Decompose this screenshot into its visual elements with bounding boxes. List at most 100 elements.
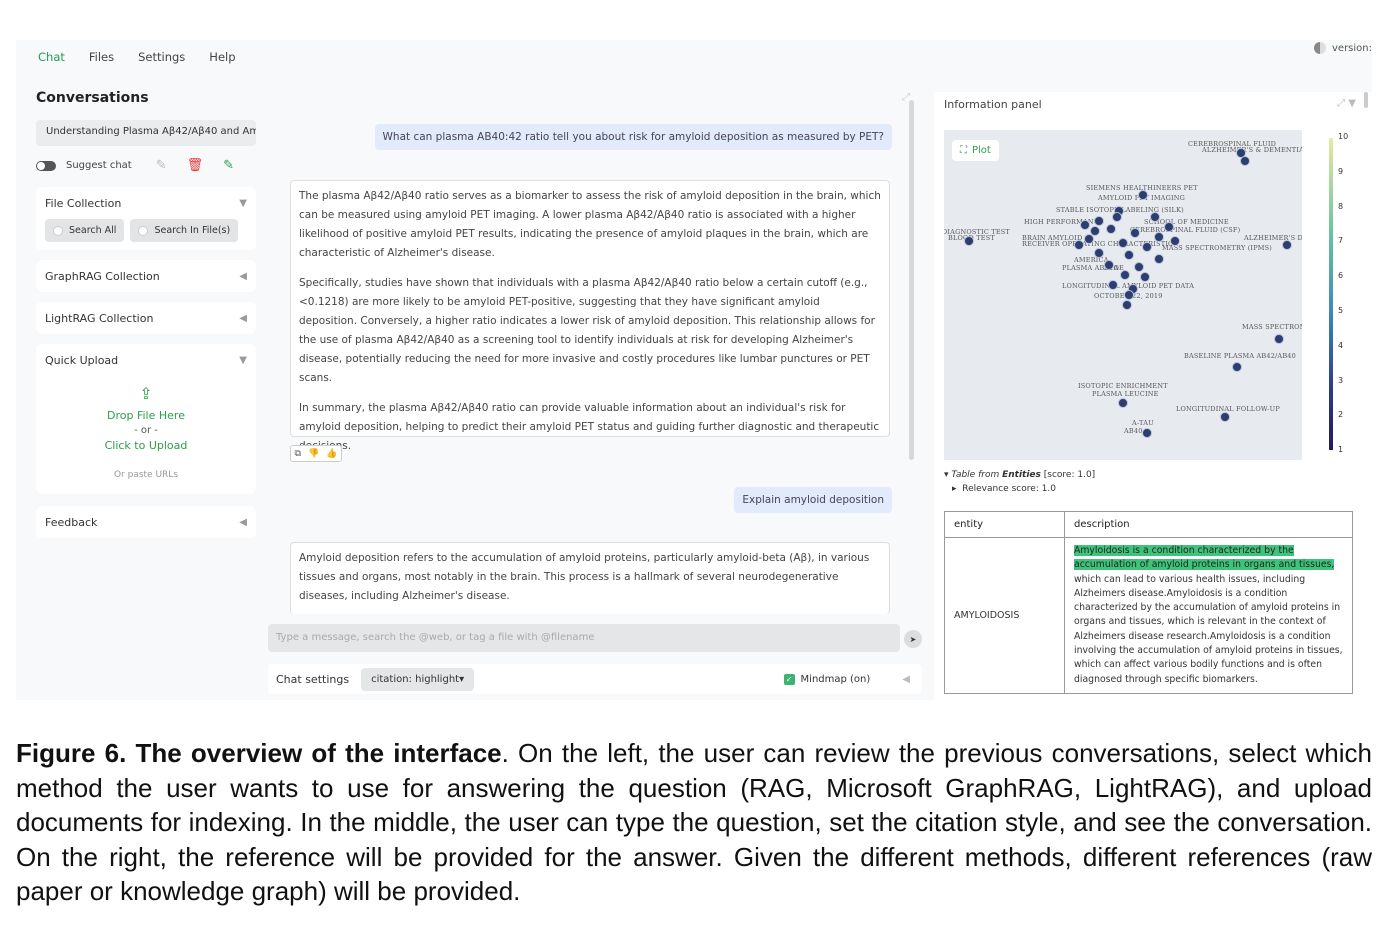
bot-paragraph: In summary, the plasma Aβ42/Aβ40 ratio c… — [299, 402, 880, 452]
conversations-title: Conversations — [36, 90, 149, 106]
nav-help[interactable]: Help — [209, 50, 235, 64]
nav-files[interactable]: Files — [89, 50, 114, 64]
or-text: - or - — [134, 425, 158, 436]
rename-icon[interactable]: ✎ — [156, 158, 167, 173]
chevron-down-icon[interactable]: ▼ — [239, 355, 247, 366]
graph-node[interactable] — [1074, 240, 1084, 250]
table-caption-line[interactable]: ▾ Table from Entities [score: 1.0] — [944, 470, 1095, 480]
chevron-left-icon[interactable]: ◀ — [239, 313, 247, 324]
graph-node[interactable] — [1104, 260, 1114, 270]
nav-chat[interactable]: Chat — [38, 50, 65, 64]
graph-node[interactable] — [1118, 238, 1128, 248]
graph-node-label: A-TAU — [1132, 419, 1154, 427]
graph-node[interactable] — [1120, 270, 1130, 280]
theme-toggle-icon[interactable] — [1314, 42, 1326, 54]
graph-node[interactable] — [1134, 262, 1144, 272]
send-button[interactable]: ➤ — [904, 630, 922, 648]
graph-node[interactable] — [1124, 250, 1134, 260]
conversation-select[interactable]: Understanding Plasma Aβ42/Aβ40 and Amylo… — [36, 120, 256, 146]
nav-settings[interactable]: Settings — [138, 50, 185, 64]
feedback-panel[interactable]: Feedback ◀ — [36, 506, 256, 538]
graph-node-label: AB40 — [1124, 427, 1143, 435]
graph-node[interactable] — [1240, 156, 1250, 166]
suggest-chat-label: Suggest chat — [66, 160, 132, 171]
paste-urls-link[interactable]: Or paste URLs — [45, 470, 247, 480]
bot-message: The plasma Aβ42/Aβ40 ratio serves as a b… — [290, 180, 890, 452]
citation-select[interactable]: citation: highlight▾ — [361, 667, 475, 691]
table-from-label: Table from — [951, 470, 1000, 480]
relevance-line[interactable]: ▸ Relevance score: 1.0 — [944, 484, 1095, 494]
chat-scrollbar[interactable] — [909, 100, 914, 460]
upload-icon: ⇪ — [139, 384, 153, 403]
graphrag-collection-panel[interactable]: GraphRAG Collection ◀ — [36, 260, 256, 292]
graph-node[interactable] — [1124, 290, 1134, 300]
chevron-left-icon[interactable]: ◀ — [902, 674, 910, 685]
upload-dropzone[interactable]: ⇪ Drop File Here - or - Click to Upload … — [45, 376, 247, 494]
info-scrollbar[interactable] — [1364, 92, 1368, 108]
copy-icon[interactable]: ⧉ — [295, 449, 301, 459]
graph-node[interactable] — [1112, 212, 1122, 222]
graph-node[interactable] — [1118, 398, 1128, 408]
graph-node[interactable] — [1170, 236, 1180, 246]
graph-node[interactable] — [1154, 254, 1164, 264]
search-all-option[interactable]: Search All — [45, 219, 125, 242]
table-header-row: entity description — [944, 511, 1353, 538]
graph-node[interactable] — [1106, 224, 1116, 234]
expand-icon[interactable]: ⤢ — [1337, 98, 1345, 109]
knowledge-graph-plot[interactable]: ⛶ Plot CEREBROSPINAL FLUID ALZHEIMER'S & … — [944, 130, 1302, 460]
thumbs-up-icon[interactable]: 👍 — [326, 449, 337, 459]
plot-button-label: Plot — [972, 145, 991, 156]
graph-node[interactable] — [1232, 362, 1242, 372]
message-input[interactable]: Type a message, search the @web, or tag … — [268, 624, 900, 652]
chevron-down-icon[interactable]: ▼ — [1348, 98, 1356, 109]
graph-node[interactable] — [1220, 412, 1230, 422]
bot-paragraph: The plasma Aβ42/Aβ40 ratio serves as a b… — [299, 190, 881, 259]
graph-node[interactable] — [1274, 334, 1284, 344]
delete-icon[interactable]: 🗑 — [187, 158, 204, 173]
graph-node[interactable] — [1164, 222, 1174, 232]
table-row: AMYLOIDOSIS Amyloidosis is a condition c… — [944, 537, 1353, 694]
chevron-left-icon[interactable]: ◀ — [239, 271, 247, 282]
graph-node[interactable] — [1142, 428, 1152, 438]
chevron-down-icon[interactable]: ▼ — [239, 198, 247, 209]
file-collection-header[interactable]: File Collection ▼ — [45, 187, 247, 219]
search-in-files-option[interactable]: Search In File(s) — [130, 219, 239, 242]
colorbar-tick: 10 — [1338, 132, 1349, 141]
description-cell: Amyloidosis is a condition characterized… — [1064, 537, 1353, 694]
graph-node[interactable] — [1080, 220, 1090, 230]
graph-node[interactable] — [1122, 300, 1132, 310]
graph-node[interactable] — [1142, 242, 1152, 252]
mindmap-checkbox[interactable]: ✓ Mindmap (on) ◀ — [783, 673, 910, 685]
graph-node[interactable] — [1140, 272, 1150, 282]
graph-node[interactable] — [1090, 226, 1100, 236]
chevron-left-icon[interactable]: ◀ — [239, 517, 247, 528]
lightrag-collection-panel[interactable]: LightRAG Collection ◀ — [36, 302, 256, 334]
suggest-chat-toggle[interactable] — [36, 160, 56, 171]
table-caption: ▾ Table from Entities [score: 1.0] ▸ Rel… — [944, 470, 1095, 494]
graph-node[interactable] — [1154, 232, 1164, 242]
send-icon: ➤ — [909, 634, 917, 644]
thumbs-down-icon[interactable]: 👎 — [308, 449, 319, 459]
message-actions: ⧉ 👎 👍 — [290, 445, 342, 462]
search-scope-options: Search All Search In File(s) — [45, 219, 247, 250]
quick-upload-label: Quick Upload — [45, 353, 119, 367]
click-to-upload-link[interactable]: Click to Upload — [45, 439, 247, 452]
graph-node[interactable] — [1108, 280, 1118, 290]
graph-node[interactable] — [1282, 240, 1292, 250]
plot-button[interactable]: ⛶ Plot — [952, 140, 999, 161]
user-message: Explain amyloid deposition — [734, 487, 892, 513]
colorbar-tick: 8 — [1338, 201, 1344, 211]
graph-node[interactable] — [1150, 212, 1160, 222]
graph-node-label: ISOTOPIC ENRICHMENT — [1078, 382, 1168, 390]
relevance-label: Relevance score — [962, 484, 1036, 494]
bot-message: Amyloid deposition refers to the accumul… — [290, 542, 890, 614]
graph-node[interactable] — [1094, 248, 1104, 258]
graph-node[interactable] — [1130, 228, 1140, 238]
info-panel-title: Information panel — [944, 98, 1042, 111]
graph-node[interactable] — [1094, 216, 1104, 226]
new-chat-icon[interactable]: ✎ — [223, 158, 234, 173]
graph-node[interactable] — [1138, 190, 1148, 200]
graph-node[interactable] — [964, 236, 974, 246]
colorbar-tick: 6 — [1338, 271, 1344, 281]
description-text: which can lead to various health issues,… — [1074, 573, 1343, 685]
